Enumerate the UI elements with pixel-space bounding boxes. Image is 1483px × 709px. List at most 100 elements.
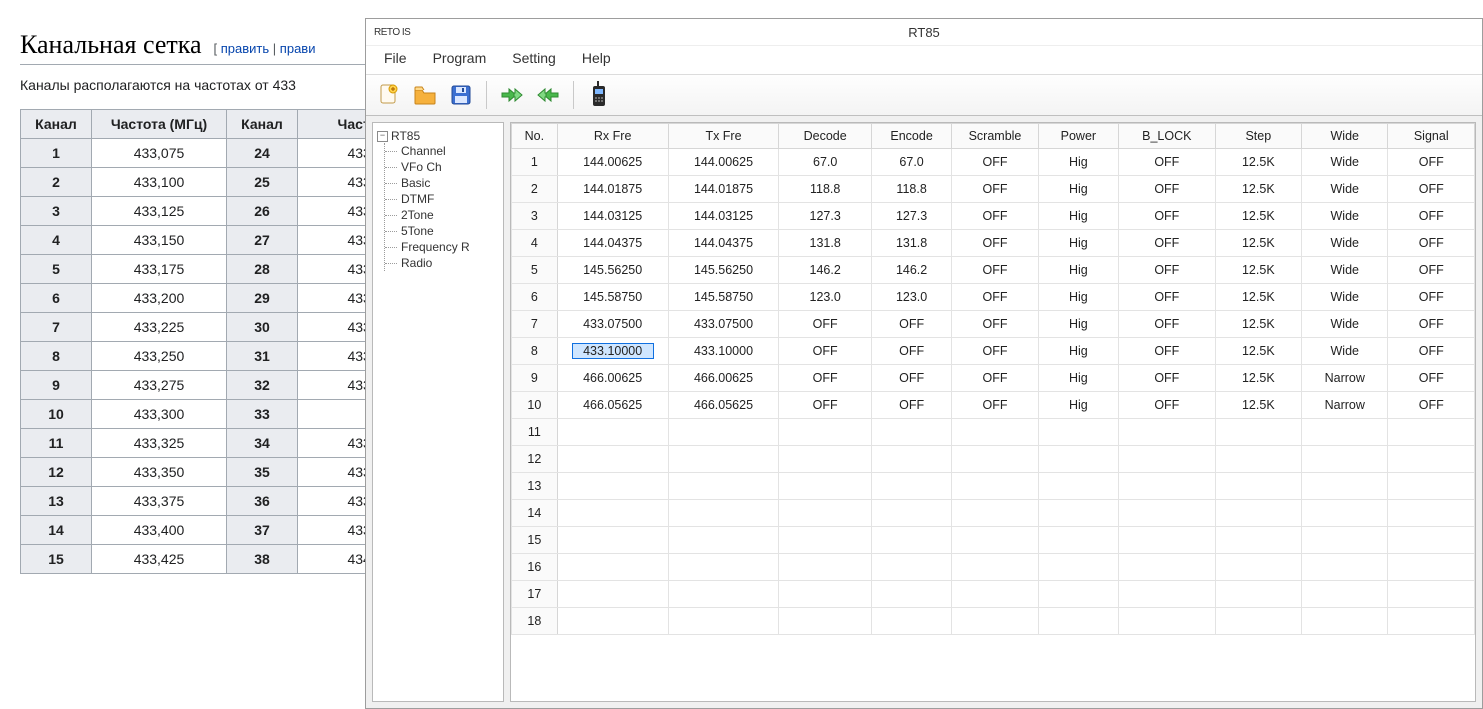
grid-rowheader[interactable]: 6	[512, 284, 558, 311]
grid-cell-wide[interactable]	[1302, 554, 1388, 581]
grid-row[interactable]: 4144.04375144.04375131.8131.8OFFHigOFF12…	[512, 230, 1475, 257]
grid-cell-pow[interactable]: Hig	[1038, 392, 1118, 419]
grid-cell-dec[interactable]: 146.2	[779, 257, 872, 284]
grid-cell-tx[interactable]	[668, 419, 779, 446]
grid-cell-dec[interactable]: 127.3	[779, 203, 872, 230]
grid-rowheader[interactable]: 1	[512, 149, 558, 176]
grid-row[interactable]: 16	[512, 554, 1475, 581]
grid-row[interactable]: 13	[512, 473, 1475, 500]
grid-cell-rx[interactable]	[557, 581, 668, 608]
grid-row[interactable]: 10466.05625466.05625OFFOFFOFFHigOFF12.5K…	[512, 392, 1475, 419]
grid-cell-enc[interactable]: 118.8	[871, 176, 951, 203]
grid-cell-pow[interactable]	[1038, 500, 1118, 527]
grid-rowheader[interactable]: 7	[512, 311, 558, 338]
grid-cell-tx[interactable]	[668, 500, 779, 527]
grid-cell-tx[interactable]: 433.07500	[668, 311, 779, 338]
grid-cell-blk[interactable]	[1119, 446, 1216, 473]
grid-rowheader[interactable]: 2	[512, 176, 558, 203]
grid-cell-step[interactable]	[1215, 473, 1301, 500]
menu-program[interactable]: Program	[433, 50, 487, 66]
grid-rowheader[interactable]: 14	[512, 500, 558, 527]
grid-cell-tx[interactable]: 144.03125	[668, 203, 779, 230]
grid-cell-step[interactable]: 12.5K	[1215, 149, 1301, 176]
grid-row[interactable]: 2144.01875144.01875118.8118.8OFFHigOFF12…	[512, 176, 1475, 203]
grid-cell-tx[interactable]	[668, 527, 779, 554]
grid-cell-scr[interactable]: OFF	[952, 149, 1038, 176]
grid-cell-sig[interactable]: OFF	[1388, 257, 1475, 284]
grid-header-wide[interactable]: Wide	[1302, 124, 1388, 149]
grid-cell-dec[interactable]	[779, 554, 872, 581]
grid-cell-tx[interactable]: 144.01875	[668, 176, 779, 203]
grid-cell-pow[interactable]	[1038, 581, 1118, 608]
grid-cell-pow[interactable]: Hig	[1038, 311, 1118, 338]
grid-cell-dec[interactable]: 131.8	[779, 230, 872, 257]
grid-cell-dec[interactable]	[779, 419, 872, 446]
grid-cell-blk[interactable]	[1119, 419, 1216, 446]
grid-cell-tx[interactable]	[668, 446, 779, 473]
grid-cell-step[interactable]	[1215, 419, 1301, 446]
grid-cell-step[interactable]: 12.5K	[1215, 311, 1301, 338]
grid-cell-rx[interactable]: 144.04375	[557, 230, 668, 257]
tree-item-dtmf[interactable]: DTMF	[385, 191, 501, 207]
read-from-radio-icon[interactable]	[495, 79, 529, 111]
grid-cell-scr[interactable]	[952, 554, 1038, 581]
grid-cell-scr[interactable]: OFF	[952, 203, 1038, 230]
grid-cell-rx[interactable]: 145.56250	[557, 257, 668, 284]
grid-cell-blk[interactable]	[1119, 527, 1216, 554]
grid-cell-rx[interactable]: 433.10000	[557, 338, 668, 365]
tree-item-frequency-r[interactable]: Frequency R	[385, 239, 501, 255]
grid-row[interactable]: 11	[512, 419, 1475, 446]
grid-row[interactable]: 3144.03125144.03125127.3127.3OFFHigOFF12…	[512, 203, 1475, 230]
grid-rowheader[interactable]: 10	[512, 392, 558, 419]
grid-cell-sig[interactable]: OFF	[1388, 176, 1475, 203]
grid-cell-enc[interactable]: OFF	[871, 392, 951, 419]
grid-cell-scr[interactable]: OFF	[952, 338, 1038, 365]
tree-item-basic[interactable]: Basic	[385, 175, 501, 191]
grid-cell-wide[interactable]: Wide	[1302, 176, 1388, 203]
grid-cell-pow[interactable]	[1038, 527, 1118, 554]
grid-cell-tx[interactable]	[668, 473, 779, 500]
grid-cell-wide[interactable]	[1302, 473, 1388, 500]
grid-cell-dec[interactable]: 118.8	[779, 176, 872, 203]
grid-cell-blk[interactable]: OFF	[1119, 203, 1216, 230]
grid-cell-enc[interactable]	[871, 581, 951, 608]
grid-cell-tx[interactable]: 145.58750	[668, 284, 779, 311]
grid-cell-scr[interactable]	[952, 419, 1038, 446]
grid-cell-pow[interactable]: Hig	[1038, 257, 1118, 284]
grid-cell-blk[interactable]: OFF	[1119, 176, 1216, 203]
grid-cell-rx[interactable]: 433.07500	[557, 311, 668, 338]
grid-cell-blk[interactable]: OFF	[1119, 338, 1216, 365]
wiki-edit-link[interactable]: править	[221, 41, 269, 56]
grid-cell-step[interactable]: 12.5K	[1215, 365, 1301, 392]
grid-cell-dec[interactable]	[779, 500, 872, 527]
grid-cell-dec[interactable]: OFF	[779, 365, 872, 392]
grid-cell-scr[interactable]	[952, 527, 1038, 554]
radio-device-icon[interactable]	[582, 79, 616, 111]
grid-cell-sig[interactable]	[1388, 608, 1475, 635]
grid-cell-sig[interactable]: OFF	[1388, 392, 1475, 419]
grid-cell-step[interactable]: 12.5K	[1215, 257, 1301, 284]
grid-cell-pow[interactable]: Hig	[1038, 176, 1118, 203]
titlebar[interactable]: RETO IS RT85	[366, 19, 1482, 46]
grid-cell-step[interactable]: 12.5K	[1215, 338, 1301, 365]
channel-datagrid[interactable]: No.Rx FreTx FreDecodeEncodeScramblePower…	[511, 123, 1475, 635]
grid-cell-tx[interactable]: 144.04375	[668, 230, 779, 257]
grid-cell-dec[interactable]: OFF	[779, 392, 872, 419]
grid-row[interactable]: 6145.58750145.58750123.0123.0OFFHigOFF12…	[512, 284, 1475, 311]
grid-cell-blk[interactable]	[1119, 554, 1216, 581]
grid-cell-pow[interactable]	[1038, 419, 1118, 446]
grid-row[interactable]: 12	[512, 446, 1475, 473]
menu-file[interactable]: File	[384, 50, 407, 66]
grid-cell-tx[interactable]: 144.00625	[668, 149, 779, 176]
grid-cell-dec[interactable]: 123.0	[779, 284, 872, 311]
grid-cell-pow[interactable]: Hig	[1038, 149, 1118, 176]
grid-cell-pow[interactable]: Hig	[1038, 338, 1118, 365]
grid-cell-sig[interactable]	[1388, 554, 1475, 581]
grid-cell-step[interactable]	[1215, 608, 1301, 635]
grid-cell-enc[interactable]	[871, 554, 951, 581]
grid-cell-dec[interactable]: OFF	[779, 338, 872, 365]
grid-cell-enc[interactable]	[871, 608, 951, 635]
grid-cell-tx[interactable]: 145.56250	[668, 257, 779, 284]
grid-cell-sig[interactable]: OFF	[1388, 284, 1475, 311]
grid-cell-step[interactable]: 12.5K	[1215, 176, 1301, 203]
